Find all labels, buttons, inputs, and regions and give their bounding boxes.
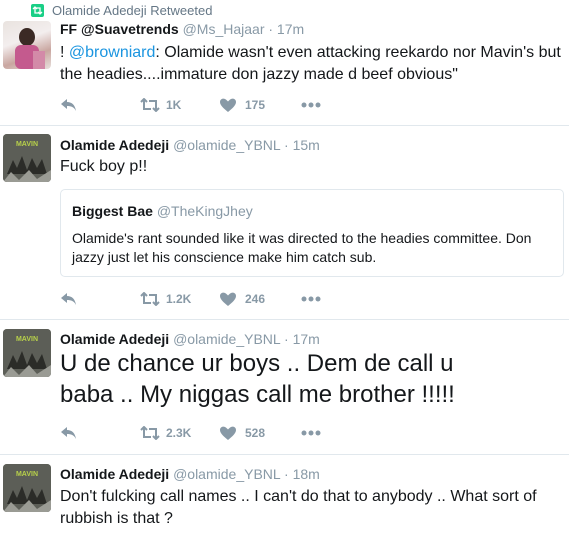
retweet-button[interactable]: 1.2K xyxy=(140,290,191,308)
like-button[interactable]: 175 xyxy=(220,96,265,114)
heart-icon xyxy=(220,426,236,440)
author-name[interactable]: Olamide Adedeji xyxy=(60,466,169,482)
tweet-text-line-1: ! @browniard: Olamide wasn't even attack… xyxy=(60,42,561,64)
tweet-header: Olamide Adedeji @olamide_YBNL · 17m xyxy=(60,331,320,347)
retweet-icon xyxy=(140,98,160,112)
tweet-actions: 2.3K 528 xyxy=(60,424,360,442)
quoted-author-handle: @TheKingJhey xyxy=(156,203,253,219)
reply-icon xyxy=(61,99,76,111)
heart-icon xyxy=(220,292,236,306)
like-button[interactable]: 528 xyxy=(220,424,265,442)
retweet-icon xyxy=(140,426,160,440)
tweet-time[interactable]: · 17m xyxy=(268,21,304,37)
avatar[interactable] xyxy=(3,21,51,69)
text-prefix: ! xyxy=(60,44,69,61)
tweet-text: ! @browniard: Olamide wasn't even attack… xyxy=(60,42,561,86)
text-suffix: : Olamide wasn't even attacking reekardo… xyxy=(155,44,561,61)
tweet-3[interactable]: MAVIN Olamide Adedeji @olamide_YBNL · 17… xyxy=(0,320,569,455)
reply-button[interactable] xyxy=(60,424,77,442)
tweet-text-line-2: rubbish is that ? xyxy=(60,510,173,527)
more-icon xyxy=(301,430,321,436)
avatar[interactable]: MAVIN xyxy=(3,329,51,377)
tweet-time[interactable]: · 15m xyxy=(284,137,320,153)
quoted-tweet[interactable]: Biggest Bae @TheKingJhey Olamide's rant … xyxy=(60,189,564,277)
quoted-text-line-2: jazzy just let his conscience make him c… xyxy=(72,249,377,265)
like-count: 175 xyxy=(245,98,266,112)
quoted-header: Biggest Bae @TheKingJhey xyxy=(72,203,253,219)
svg-text:MAVIN: MAVIN xyxy=(16,471,38,478)
retweet-count: 2.3K xyxy=(166,426,192,440)
retweet-count: 1.2K xyxy=(166,292,192,306)
quoted-author-name: Biggest Bae xyxy=(72,203,153,219)
tweet-header: Olamide Adedeji @olamide_YBNL · 15m xyxy=(60,137,320,153)
tweet-header: FF @Suavetrends @Ms_Hajaar · 17m xyxy=(60,21,304,37)
author-handle[interactable]: @olamide_YBNL xyxy=(173,466,280,482)
tweet-header: Olamide Adedeji @olamide_YBNL · 18m xyxy=(60,466,320,482)
tweet-1[interactable]: FF @Suavetrends @Ms_Hajaar · 17m ! @brow… xyxy=(0,15,569,126)
quoted-text: Olamide's rant sounded like it was direc… xyxy=(72,229,531,267)
tweet-actions: 1K 175 xyxy=(60,96,360,114)
reply-button[interactable] xyxy=(60,96,77,114)
tweet-text: Don't fulcking call names .. I can't do … xyxy=(60,486,537,530)
tweet-text-line-1: U de chance ur boys .. Dem de call u xyxy=(60,350,454,377)
more-icon xyxy=(301,296,321,302)
tweet-text: U de chance ur boys .. Dem de call u bab… xyxy=(60,348,455,410)
more-icon xyxy=(301,102,321,108)
author-handle[interactable]: @Ms_Hajaar xyxy=(183,21,265,37)
tweet-text: Fuck boy p!! xyxy=(60,158,148,175)
tweet-time[interactable]: · 17m xyxy=(284,331,320,347)
author-handle[interactable]: @olamide_YBNL xyxy=(173,137,280,153)
tweet-actions: 1.2K 246 xyxy=(60,290,360,308)
more-button[interactable] xyxy=(301,290,321,308)
tweet-4[interactable]: MAVIN Olamide Adedeji @olamide_YBNL · 18… xyxy=(0,455,569,541)
reply-button[interactable] xyxy=(60,290,77,308)
reply-icon xyxy=(61,293,76,305)
more-button[interactable] xyxy=(301,424,321,442)
tweet-text-line-2: baba .. My niggas call me brother !!!!! xyxy=(60,381,455,408)
tweet-time[interactable]: · 18m xyxy=(284,466,320,482)
quoted-text-line-1: Olamide's rant sounded like it was direc… xyxy=(72,230,532,246)
more-button[interactable] xyxy=(301,96,321,114)
svg-text:MAVIN: MAVIN xyxy=(16,141,38,148)
heart-icon xyxy=(220,98,236,112)
like-count: 246 xyxy=(245,292,266,306)
mention-link[interactable]: @browniard xyxy=(69,44,156,61)
like-button[interactable]: 246 xyxy=(220,290,265,308)
avatar[interactable]: MAVIN xyxy=(3,464,51,512)
retweet-button[interactable]: 1K xyxy=(140,96,181,114)
tweet-2[interactable]: MAVIN Olamide Adedeji @olamide_YBNL · 15… xyxy=(0,126,569,320)
retweet-count: 1K xyxy=(166,98,182,112)
author-name[interactable]: FF @Suavetrends xyxy=(60,21,179,37)
author-handle[interactable]: @olamide_YBNL xyxy=(173,331,280,347)
author-name[interactable]: Olamide Adedeji xyxy=(60,137,169,153)
tweet-text-line-1: Don't fulcking call names .. I can't do … xyxy=(60,488,537,505)
avatar[interactable]: MAVIN xyxy=(3,134,51,182)
retweet-icon xyxy=(140,292,160,306)
retweet-button[interactable]: 2.3K xyxy=(140,424,191,442)
reply-icon xyxy=(61,427,76,439)
like-count: 528 xyxy=(245,426,266,440)
tweet-text-line-2: the headies....immature don jazzy made d… xyxy=(60,66,458,83)
svg-text:MAVIN: MAVIN xyxy=(16,336,38,343)
author-name[interactable]: Olamide Adedeji xyxy=(60,331,169,347)
